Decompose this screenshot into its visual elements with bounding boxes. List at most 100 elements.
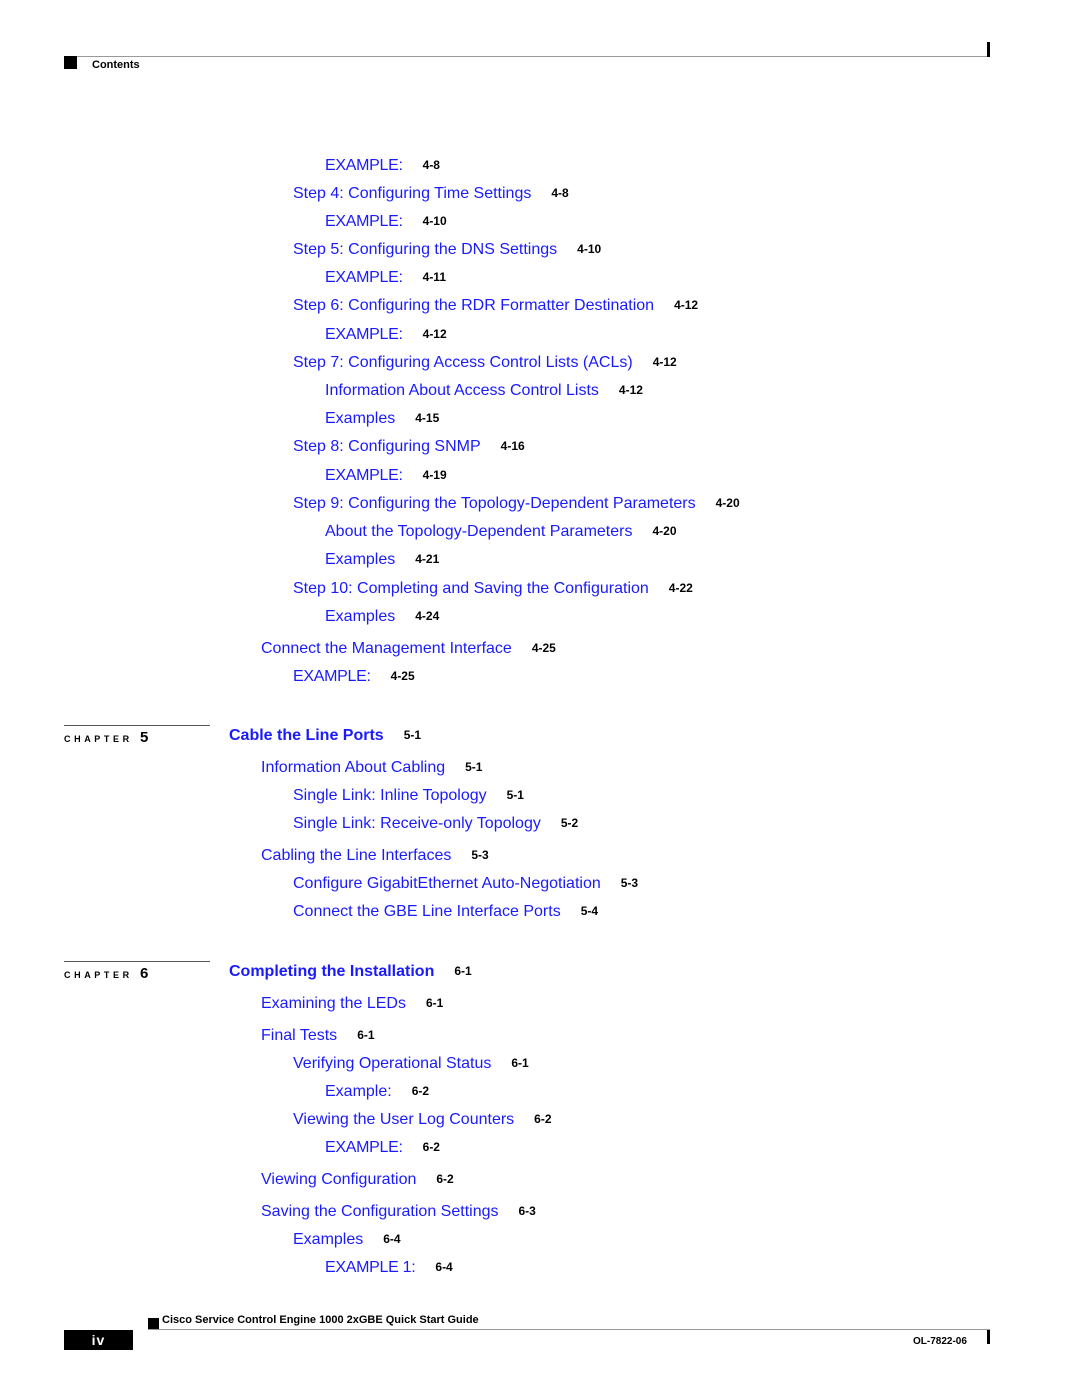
toc-entry[interactable]: EXAMPLE: 4-11 [325, 270, 446, 286]
toc-entry-page: 6-2 [436, 1172, 454, 1186]
toc-entry-page: 4-12 [618, 383, 643, 397]
toc-entry-title[interactable]: Viewing the User Log Counters [293, 1111, 514, 1128]
toc-entry[interactable]: Information About Cabling 5-1 [261, 760, 482, 776]
toc-entry-title[interactable]: About the Topology-Dependent Parameters [325, 523, 632, 540]
toc-entry-title[interactable]: Final Tests [261, 1027, 337, 1044]
toc-entry-title[interactable]: Examples [325, 410, 395, 427]
toc-chapter-entry[interactable]: Cable the Line Ports 5-1 [229, 728, 421, 744]
toc-entry-page: 6-2 [411, 1084, 430, 1098]
toc-entry[interactable]: Final Tests 6-1 [261, 1028, 375, 1044]
toc-entry[interactable]: Step 8: Configuring SNMP 4-16 [293, 439, 525, 455]
toc-entry[interactable]: Step 10: Completing and Saving the Confi… [293, 581, 693, 597]
toc-entry-page: 6-1 [511, 1056, 529, 1070]
toc-entry-page: 5-3 [471, 848, 489, 862]
toc-entry-title[interactable]: Completing the Installation [229, 963, 434, 980]
toc-entry-title[interactable]: Configure GigabitEthernet Auto-Negotiati… [293, 875, 601, 892]
toc-entry-title[interactable]: Cabling the Line Interfaces [261, 847, 451, 864]
header-bar [987, 42, 990, 57]
toc-entry-page: 4-12 [422, 327, 447, 341]
toc-entry-title[interactable]: Examples [325, 551, 395, 568]
toc-entry[interactable]: EXAMPLE: 4-10 [325, 214, 447, 230]
toc-entry-page: 6-4 [383, 1232, 401, 1246]
toc-entry-title[interactable]: Information About Access Control Lists [325, 382, 599, 399]
toc-entry[interactable]: EXAMPLE: 4-19 [325, 468, 447, 484]
toc-entry-title[interactable]: Step 8: Configuring SNMP [293, 438, 481, 455]
toc-entry[interactable]: EXAMPLE: 4-25 [293, 669, 415, 685]
toc-entry[interactable]: Viewing Configuration 6-2 [261, 1172, 454, 1188]
toc-entry-title[interactable]: Single Link: Receive-only Topology [293, 815, 541, 832]
chapter-number: 5 [140, 729, 149, 746]
toc-entry-page: 6-1 [357, 1028, 375, 1042]
toc-entry[interactable]: Cabling the Line Interfaces 5-3 [261, 848, 489, 864]
header-rule [64, 56, 990, 57]
toc-entry-page: 4-8 [551, 186, 569, 200]
toc-entry[interactable]: Step 4: Configuring Time Settings 4-8 [293, 186, 569, 202]
toc-entry-title[interactable]: Step 6: Configuring the RDR Formatter De… [293, 297, 654, 314]
toc-entry[interactable]: Step 6: Configuring the RDR Formatter De… [293, 298, 698, 314]
toc-entry[interactable]: Verifying Operational Status 6-1 [293, 1056, 529, 1072]
toc-entry[interactable]: EXAMPLE 1: 6-4 [325, 1260, 453, 1276]
toc-entry[interactable]: Examples 4-15 [325, 411, 439, 427]
toc-entry[interactable]: Examples 4-24 [325, 609, 439, 625]
toc-entry-title[interactable]: Viewing Configuration [261, 1171, 416, 1188]
toc-entry-page: 4-12 [674, 298, 699, 312]
toc-entry[interactable]: Configure GigabitEthernet Auto-Negotiati… [293, 876, 638, 892]
toc-entry-title[interactable]: Saving the Configuration Settings [261, 1203, 498, 1220]
toc-entry[interactable]: Step 5: Configuring the DNS Settings 4-10 [293, 242, 601, 258]
chapter-label: CHAPTER [64, 734, 133, 744]
toc-entry-page: 4-20 [715, 496, 740, 510]
toc-entry-title[interactable]: Connect the GBE Line Interface Ports [293, 903, 561, 920]
toc-entry-title[interactable]: EXAMPLE: [325, 157, 403, 174]
toc-entry-title[interactable]: Cable the Line Ports [229, 727, 384, 744]
toc-entry[interactable]: Single Link: Inline Topology 5-1 [293, 788, 524, 804]
toc-entry-page: 4-25 [531, 641, 556, 655]
toc-entry-title[interactable]: Examples [293, 1231, 363, 1248]
toc-entry-title[interactable]: EXAMPLE: [325, 213, 403, 230]
toc-entry[interactable]: Examining the LEDs 6-1 [261, 996, 443, 1012]
page-number: iv [64, 1330, 133, 1350]
toc-entry-title[interactable]: EXAMPLE: [325, 326, 403, 343]
toc-entry-title[interactable]: EXAMPLE 1: [325, 1259, 416, 1276]
toc-entry[interactable]: EXAMPLE: 4-12 [325, 327, 447, 343]
toc-entry[interactable]: Single Link: Receive-only Topology 5-2 [293, 816, 578, 832]
toc-entry-title[interactable]: Example: [325, 1083, 392, 1100]
toc-entry[interactable]: EXAMPLE: 6-2 [325, 1140, 440, 1156]
toc-entry-page: 6-3 [518, 1204, 536, 1218]
toc-entry-page: 5-1 [506, 788, 524, 802]
toc-entry-page: 4-20 [652, 524, 677, 538]
chapter-rule [64, 961, 210, 962]
toc-entry-title[interactable]: EXAMPLE: [325, 467, 403, 484]
toc-entry-title[interactable]: Information About Cabling [261, 759, 445, 776]
toc-entry[interactable]: About the Topology-Dependent Parameters 4… [325, 524, 677, 540]
toc-entry-title[interactable]: EXAMPLE: [325, 1139, 403, 1156]
toc-chapter-entry[interactable]: Completing the Installation 6-1 [229, 964, 472, 980]
toc-entry[interactable]: Example: 6-2 [325, 1084, 429, 1100]
toc-entry-page: 4-16 [500, 439, 525, 453]
toc-entry-title[interactable]: EXAMPLE: [325, 269, 403, 286]
toc-entry-title[interactable]: EXAMPLE: [293, 668, 371, 685]
toc-entry-title[interactable]: Step 7: Configuring Access Control Lists… [293, 354, 633, 371]
toc-entry[interactable]: Information About Access Control Lists 4-… [325, 383, 643, 399]
toc-entry[interactable]: Step 7: Configuring Access Control Lists… [293, 355, 677, 371]
toc-entry-title[interactable]: Verifying Operational Status [293, 1055, 491, 1072]
footer-book-title: Cisco Service Control Engine 1000 2xGBE … [162, 1314, 479, 1326]
toc-entry-title[interactable]: Step 4: Configuring Time Settings [293, 185, 531, 202]
toc-entry-title[interactable]: Step 9: Configuring the Topology-Depende… [293, 495, 696, 512]
toc-entry[interactable]: Connect the Management Interface 4-25 [261, 641, 556, 657]
toc-entry-title[interactable]: Step 5: Configuring the DNS Settings [293, 241, 557, 258]
toc-entry[interactable]: Connect the GBE Line Interface Ports 5-4 [293, 904, 598, 920]
toc-entry[interactable]: Examples 6-4 [293, 1232, 401, 1248]
toc-entry-title[interactable]: Examples [325, 608, 395, 625]
toc-entry-title[interactable]: Step 10: Completing and Saving the Confi… [293, 580, 649, 597]
toc-entry-title[interactable]: Connect the Management Interface [261, 640, 512, 657]
toc-entry-page: 6-4 [435, 1260, 453, 1274]
toc-entry-title[interactable]: Examining the LEDs [261, 995, 406, 1012]
toc-entry[interactable]: Viewing the User Log Counters 6-2 [293, 1112, 552, 1128]
toc-entry[interactable]: Step 9: Configuring the Topology-Depende… [293, 496, 740, 512]
toc-entry[interactable]: EXAMPLE: 4-8 [325, 158, 440, 174]
toc-entry-page: 4-10 [577, 242, 602, 256]
toc-entry[interactable]: Saving the Configuration Settings 6-3 [261, 1204, 536, 1220]
toc-entry-title[interactable]: Single Link: Inline Topology [293, 787, 487, 804]
footer-rule [148, 1329, 990, 1330]
toc-entry[interactable]: Examples 4-21 [325, 552, 439, 568]
